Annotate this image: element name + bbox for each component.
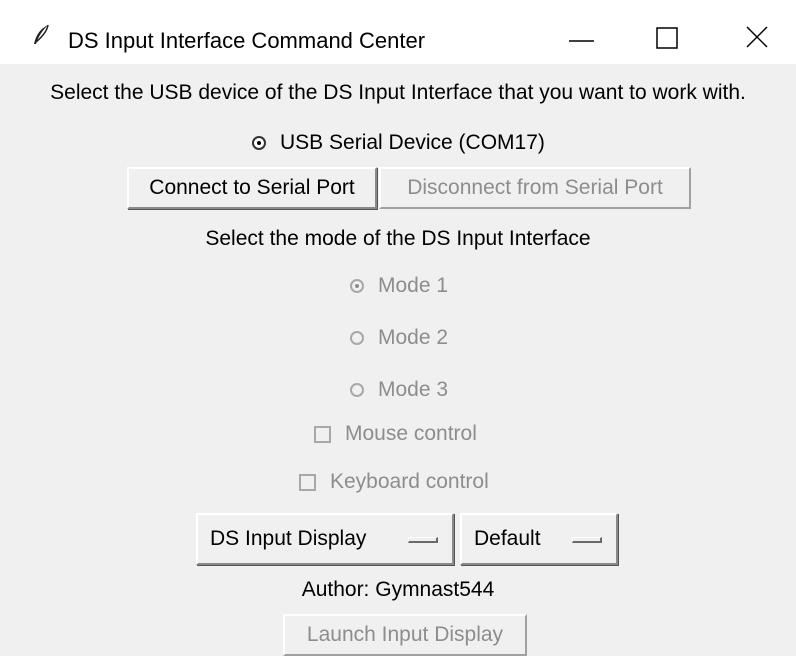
maximize-icon[interactable] (645, 18, 689, 62)
author-label: Author: Gymnast544 (301, 578, 495, 601)
device-radio-label: USB Serial Device (COM17) (280, 131, 545, 154)
keyboard-control-checkbox[interactable]: Keyboard control (299, 469, 489, 495)
close-icon[interactable] (738, 18, 782, 62)
window-title: DS Input Interface Command Center (68, 28, 426, 53)
profile-option-menu[interactable]: Default (460, 513, 618, 565)
main-content: Select the USB device of the DS Input In… (0, 64, 796, 656)
mode-label: Mode 2 (378, 326, 449, 349)
profile-option-value: Default (474, 527, 541, 550)
radio-selected-icon[interactable] (252, 136, 266, 150)
mode-prompt: Select the mode of the DS Input Interfac… (205, 227, 591, 250)
device-radio-com17[interactable]: USB Serial Device (COM17) (252, 130, 545, 156)
mouse-control-label: Mouse control (345, 422, 477, 445)
dropdown-indicator-icon (572, 537, 602, 543)
connect-button[interactable]: Connect to Serial Port (127, 167, 377, 209)
display-option-menu[interactable]: DS Input Display (196, 513, 454, 565)
mouse-control-checkbox[interactable]: Mouse control (314, 421, 477, 447)
radio-unselected-icon[interactable] (350, 383, 364, 397)
launch-input-display-button[interactable]: Launch Input Display (283, 614, 527, 656)
checkbox-icon[interactable] (314, 425, 331, 443)
mode-radio-1[interactable]: Mode 1 (350, 273, 448, 299)
radio-selected-icon[interactable] (350, 279, 364, 293)
mode-radio-3[interactable]: Mode 3 (350, 377, 448, 403)
minimize-icon[interactable] (560, 18, 604, 62)
mode-radio-2[interactable]: Mode 2 (350, 325, 448, 351)
keyboard-control-label: Keyboard control (330, 470, 489, 493)
title-bar: DS Input Interface Command Center (0, 0, 796, 64)
dropdown-indicator-icon (408, 537, 438, 543)
radio-unselected-icon[interactable] (350, 331, 364, 345)
checkbox-icon[interactable] (299, 473, 316, 491)
disconnect-button[interactable]: Disconnect from Serial Port (379, 167, 691, 209)
mode-label: Mode 3 (378, 378, 449, 401)
mode-label: Mode 1 (378, 274, 449, 297)
device-prompt: Select the USB device of the DS Input In… (50, 81, 746, 104)
display-option-value: DS Input Display (210, 527, 367, 550)
feather-icon (30, 24, 52, 46)
